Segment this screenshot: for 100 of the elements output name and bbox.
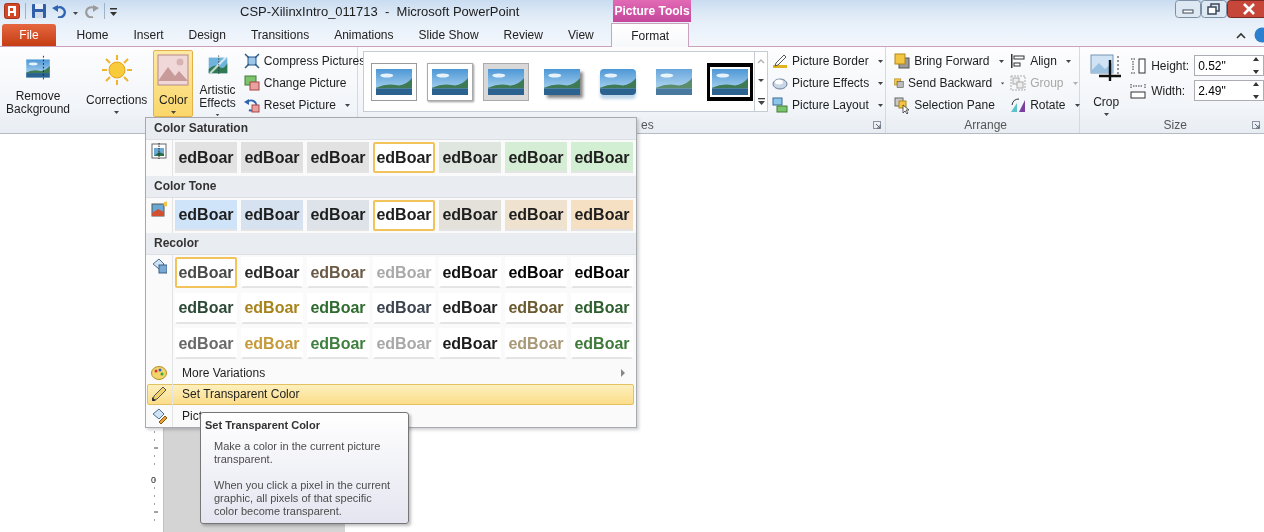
ribbon-tab[interactable]: View	[555, 24, 607, 46]
field-label: Height:	[1151, 58, 1190, 73]
color-preset[interactable]: edBoar	[241, 142, 303, 173]
ribbon-tab[interactable]: Review	[491, 24, 556, 46]
picture-options-icon	[151, 408, 167, 425]
picture-layout-button[interactable]: Picture Layout	[770, 94, 886, 116]
color-preset[interactable]: edBoar	[307, 292, 369, 324]
color-preset[interactable]: edBoar	[439, 199, 501, 231]
color-preset[interactable]: edBoar	[571, 328, 633, 360]
color-preset[interactable]: edBoar	[373, 292, 435, 324]
group-label: Arrange	[964, 118, 1007, 132]
section-heading: Color Tone	[146, 175, 636, 198]
pen-icon	[151, 386, 167, 403]
customize-toolbar-icon[interactable]	[110, 6, 117, 16]
color-preset[interactable]: edBoar	[373, 142, 435, 173]
tooltip-title: Set Transparent Color	[205, 419, 321, 431]
corrections-button[interactable]: Corrections	[82, 50, 152, 117]
picture-style-option[interactable]	[483, 62, 529, 101]
color-preset[interactable]: edBoar	[241, 199, 303, 231]
window-title: CSP-XilinxIntro_011713 - Microsoft PowerPoint	[240, 3, 520, 19]
ribbon-tab[interactable]: Home	[64, 24, 121, 46]
color-preset[interactable]: edBoar	[175, 199, 237, 231]
color-button[interactable]: Color	[153, 50, 194, 117]
width-icon	[1130, 82, 1147, 99]
more-icon[interactable]	[755, 95, 767, 106]
collapse-ribbon-icon[interactable]	[1236, 30, 1246, 40]
context-tab-label: Picture Tools	[613, 0, 691, 22]
dialog-launcher-icon[interactable]	[1252, 121, 1261, 129]
picture-border-button[interactable]: Picture Border	[770, 50, 886, 72]
color-preset[interactable]: edBoar	[439, 142, 501, 173]
menu-item[interactable]: More Variations	[173, 361, 634, 384]
change-picture-button[interactable]: Change Picture	[241, 72, 368, 94]
crop-button[interactable]: Crop	[1086, 50, 1127, 117]
ruler-number: 0	[151, 476, 156, 485]
color-preset[interactable]: edBoar	[241, 292, 303, 324]
color-preset[interactable]: edBoar	[505, 292, 567, 324]
saturation-icon	[151, 143, 167, 159]
rotate-button[interactable]: Rotate	[1008, 94, 1082, 116]
picture-style-option[interactable]	[371, 62, 417, 101]
ribbon-tab[interactable]: Animations	[321, 24, 406, 46]
ribbon-tab[interactable]: Format	[611, 23, 690, 47]
ribbon-tab[interactable]: Insert	[121, 24, 177, 46]
menu-item[interactable]: Set Transparent Color	[147, 383, 634, 406]
picture-icon	[157, 54, 190, 86]
caret-icon[interactable]	[73, 11, 78, 15]
height-field[interactable]: 0.52"	[1194, 55, 1264, 76]
bring-forward-button[interactable]: Bring Forward	[892, 50, 1007, 72]
reset-picture-button[interactable]: Reset Picture	[241, 94, 368, 116]
color-preset[interactable]: edBoar	[175, 257, 237, 289]
compress-icon	[243, 52, 260, 70]
width-field[interactable]: 2.49"	[1194, 80, 1264, 101]
powerpoint-logo-icon[interactable]	[4, 3, 20, 19]
color-preset[interactable]: edBoar	[373, 199, 435, 231]
color-preset[interactable]: edBoar	[241, 257, 303, 289]
selection-pane-button[interactable]: Selection Pane	[892, 94, 1007, 116]
color-preset[interactable]: edBoar	[439, 257, 501, 289]
picture-style-option[interactable]	[427, 62, 473, 101]
undo-icon[interactable]	[52, 4, 68, 18]
save-icon[interactable]	[31, 3, 47, 19]
color-preset[interactable]: edBoar	[571, 142, 633, 173]
artistic-effects-button[interactable]: Artistic Effects	[195, 50, 240, 117]
ribbon-tab[interactable]: Slide Show	[406, 24, 492, 46]
color-preset[interactable]: edBoar	[439, 292, 501, 324]
rotate-icon	[1010, 96, 1027, 114]
picture-effects-button[interactable]: Picture Effects	[770, 72, 886, 94]
color-preset[interactable]: edBoar	[571, 199, 633, 231]
color-preset[interactable]: edBoar	[307, 199, 369, 231]
compress-pictures-button[interactable]: Compress Pictures	[241, 50, 368, 72]
tooltip-text: When you click a pixel in the current graphic, all pixels of that specific color become transparent.	[214, 479, 392, 518]
color-preset[interactable]: edBoar	[307, 142, 369, 173]
color-preset[interactable]: edBoar	[175, 142, 237, 173]
palette-icon	[151, 364, 167, 381]
color-preset[interactable]: edBoar	[175, 328, 237, 360]
picture-style-option[interactable]	[707, 62, 753, 101]
restore-icon[interactable]	[1201, 0, 1227, 18]
spin-arrows-icon[interactable]	[1251, 56, 1262, 75]
send-backward-button[interactable]: Send Backward	[892, 72, 1007, 94]
ribbon-tab[interactable]: Transitions	[238, 24, 322, 46]
color-preset[interactable]: edBoar	[571, 257, 633, 289]
color-preset[interactable]: edBoar	[571, 292, 633, 324]
group-label: Size	[1163, 118, 1187, 132]
align-button[interactable]: Align	[1008, 50, 1082, 72]
ribbon-tab[interactable]: File	[2, 24, 56, 46]
color-preset[interactable]: edBoar	[307, 257, 369, 289]
remove-background-button[interactable]: Remove Background	[3, 50, 73, 117]
caret-icon	[170, 111, 176, 114]
tooltip-text: Make a color in the current picture transparent.	[214, 440, 382, 466]
color-preset[interactable]: edBoar	[307, 328, 369, 360]
layout-icon	[772, 96, 788, 114]
color-preset[interactable]: edBoar	[439, 328, 501, 360]
ribbon-tab[interactable]: Design	[176, 24, 239, 46]
close-icon[interactable]	[1227, 0, 1264, 18]
section-heading: Recolor	[146, 233, 636, 256]
caret-icon	[877, 103, 883, 107]
spin-arrows-icon[interactable]	[1251, 81, 1262, 100]
dialog-launcher-icon[interactable]	[873, 121, 882, 129]
color-preset[interactable]: edBoar	[175, 292, 237, 324]
color-preset[interactable]: edBoar	[505, 257, 567, 289]
color-preset[interactable]: edBoar	[505, 199, 567, 231]
color-preset[interactable]: edBoar	[505, 142, 567, 173]
